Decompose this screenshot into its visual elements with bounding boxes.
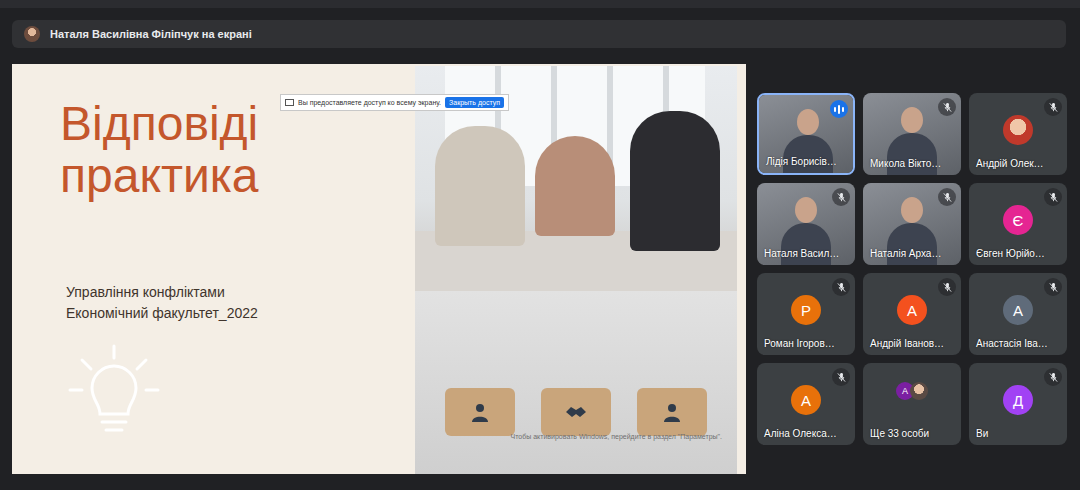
participant-grid: Лідія Борисів… Микола Вікто… Андрій Олек… Н… — [757, 93, 1067, 445]
mini-photo-avatar-icon — [910, 382, 928, 400]
participant-name: Микола Вікто… — [870, 158, 957, 169]
participant-tile[interactable]: Микола Вікто… — [863, 93, 961, 175]
participant-tile[interactable]: А Анастасія Іва… — [969, 273, 1067, 355]
participant-name: Євген Юрійо… — [976, 248, 1063, 259]
person-icon — [660, 400, 684, 424]
mic-off-icon — [938, 188, 956, 206]
mediation-image — [415, 291, 737, 474]
participant-name: Андрій Олек… — [976, 158, 1063, 169]
letter-avatar: Р — [791, 295, 821, 325]
mic-off-icon — [938, 98, 956, 116]
letter-avatar: А — [1003, 295, 1033, 325]
participant-tile[interactable]: А Андрій Іванов… — [863, 273, 961, 355]
mic-off-icon — [1044, 98, 1062, 116]
person-icon — [468, 400, 492, 424]
puzzle-piece — [541, 388, 611, 436]
slide-title-line: практика — [60, 150, 415, 202]
more-avatars: А — [896, 382, 928, 400]
video-person — [783, 135, 833, 175]
slide-subtitle: Управління конфліктамиЕкономічний факуль… — [66, 282, 415, 324]
puzzle-piece — [445, 388, 515, 436]
participant-tile[interactable]: А Аліна Олекса… — [757, 363, 855, 445]
video-person — [901, 107, 923, 133]
share-notice-text: Вы предоставляете доступ ко всему экрану… — [298, 99, 441, 106]
share-notice: Вы предоставляете доступ ко всему экрану… — [280, 94, 509, 111]
presenter-avatar-icon — [24, 26, 40, 42]
letter-avatar: Д — [1003, 385, 1033, 415]
video-person — [795, 197, 817, 223]
letter-avatar: А — [897, 295, 927, 325]
slide-images — [415, 64, 737, 474]
participant-tile[interactable]: А Ще 33 особи — [863, 363, 961, 445]
participant-tile[interactable]: Наталія Арха… — [863, 183, 961, 265]
participant-tile[interactable]: Є Євген Юрійо… — [969, 183, 1067, 265]
participant-name: Андрій Іванов… — [870, 338, 957, 349]
mic-off-icon — [832, 278, 850, 296]
puzzle-row — [445, 388, 707, 436]
handshake-icon — [564, 400, 588, 424]
letter-avatar: А — [791, 385, 821, 415]
slide-text-panel: Відповідіпрактика Управління конфліктамиЕ… — [12, 64, 415, 474]
participant-name: Лідія Борисів… — [766, 156, 849, 167]
participant-tile[interactable]: Р Роман Ігоров… — [757, 273, 855, 355]
participant-tile[interactable]: Д Ви — [969, 363, 1067, 445]
video-person — [901, 197, 923, 223]
participant-name: Аліна Олекса… — [764, 428, 851, 439]
mic-off-icon — [938, 278, 956, 296]
screen-share-icon — [285, 99, 294, 106]
participant-name: Роман Ігоров… — [764, 338, 851, 349]
person-figure — [535, 136, 615, 236]
presenter-text: Наталя Василівна Філіпчук на екрані — [50, 28, 252, 40]
mic-off-icon — [832, 188, 850, 206]
participant-tile[interactable]: Наталя Васил… — [757, 183, 855, 265]
bookmarks-bar — [0, 0, 1080, 8]
person-figure — [630, 111, 720, 251]
slide-subtitle-line: Економічний факультет_2022 — [66, 303, 415, 324]
participant-name: Наталія Арха… — [870, 248, 957, 259]
participant-name: Анастасія Іва… — [976, 338, 1063, 349]
slide-subtitle-line: Управління конфліктами — [66, 282, 415, 303]
participant-name: Наталя Васил… — [764, 248, 851, 259]
mic-off-icon — [1044, 188, 1062, 206]
mic-off-icon — [1044, 278, 1062, 296]
participant-tile[interactable]: Андрій Олек… — [969, 93, 1067, 175]
photo-avatar-icon — [1003, 115, 1033, 145]
presenter-bar: Наталя Василівна Філіпчук на екрані — [12, 20, 1066, 48]
participant-name: Ще 33 особи — [870, 428, 957, 439]
participant-name: Ви — [976, 428, 1063, 439]
shared-slide: Відповідіпрактика Управління конфліктамиЕ… — [12, 64, 746, 474]
stage: Відповідіпрактика Управління конфліктамиЕ… — [0, 48, 1080, 490]
mic-off-icon — [1044, 368, 1062, 386]
stop-sharing-button[interactable]: Закрыть доступ — [445, 97, 504, 108]
person-figure — [435, 126, 525, 246]
speaking-icon — [830, 100, 848, 118]
letter-avatar: Є — [1003, 205, 1033, 235]
lightbulb-icon — [64, 342, 164, 442]
mic-off-icon — [832, 368, 850, 386]
slide-title: Відповідіпрактика — [60, 98, 415, 202]
puzzle-piece — [637, 388, 707, 436]
video-person — [797, 109, 819, 135]
participant-tile[interactable]: Лідія Борисів… — [757, 93, 855, 175]
meet-screen: Наталя Василівна Філіпчук на екрані Відпо… — [0, 0, 1080, 490]
activation-watermark: Чтобы активировать Windows, перейдите в … — [511, 433, 722, 440]
